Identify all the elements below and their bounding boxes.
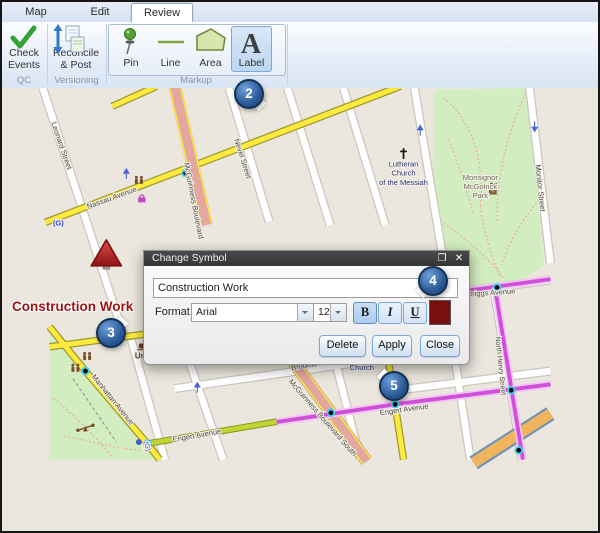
callout-2: 2 [234, 79, 264, 109]
pin-label: Pin [123, 58, 138, 70]
shop-basket-icon [138, 195, 146, 203]
construction-work-label[interactable]: Construction Work [12, 299, 152, 314]
delete-button[interactable]: Delete [319, 335, 366, 357]
callout-4: 4 [418, 266, 448, 296]
map-label: Leonard Street [49, 121, 74, 172]
reconcile-post-label: Reconcile & Post [50, 48, 102, 71]
underline-button[interactable]: U [403, 302, 427, 324]
font-family-value: Arial [196, 306, 217, 318]
maximize-icon[interactable]: ❐ [436, 251, 448, 266]
close-button[interactable]: Close [420, 335, 460, 357]
church-cross-icon [400, 148, 407, 159]
application-window: Map Edit Review Check Events Reconcile &… [0, 0, 600, 533]
callout-3: 3 [96, 318, 126, 348]
map-label: (G) [53, 219, 64, 228]
label-label: Label [239, 58, 265, 70]
tab-review[interactable]: Review [131, 3, 193, 23]
group-label-qc: QC [2, 75, 46, 87]
italic-button[interactable]: I [378, 302, 402, 324]
map-label: Park [473, 191, 489, 200]
reconcile-post-button[interactable]: Reconcile & Post [49, 24, 103, 74]
callout-number: 4 [418, 266, 448, 296]
markup-line-button[interactable]: Line [151, 26, 190, 72]
close-icon[interactable]: ✕ [453, 251, 465, 266]
map-label: McGolrick [464, 182, 498, 191]
group-divider [287, 24, 288, 84]
map-label: Church [391, 169, 415, 178]
markup-label-button[interactable]: Label [231, 26, 272, 72]
people-icon [83, 352, 91, 360]
map-label: Monsignor [463, 173, 499, 182]
bold-button[interactable]: B [353, 302, 377, 324]
format-label: Format: [155, 306, 193, 318]
ribbon: Check Events Reconcile & Post Pin Line A… [0, 22, 600, 89]
tab-edit[interactable]: Edit [82, 3, 118, 22]
label-text-input[interactable] [153, 278, 458, 298]
area-label: Area [199, 58, 221, 70]
map-label: Lutheran [389, 159, 419, 168]
apply-button[interactable]: Apply [372, 335, 412, 357]
subway-station-icon [136, 439, 142, 445]
callout-number: 2 [234, 79, 264, 109]
callout-5: 5 [379, 371, 409, 401]
font-size-select[interactable]: 12 [313, 303, 347, 322]
line-label: Line [161, 58, 181, 70]
check-events-button[interactable]: Check Events [3, 24, 45, 74]
tab-map[interactable]: Map [16, 3, 56, 22]
dialog-title-bar[interactable]: Change Symbol ❐ ✕ [144, 251, 469, 266]
group-divider [106, 24, 107, 84]
ribbon-tab-bar: Map Edit Review [0, 0, 600, 22]
callout-number: 5 [379, 371, 409, 401]
dropdown-arrow-icon[interactable] [330, 304, 346, 321]
font-size-value: 12 [318, 306, 330, 318]
markup-pin-button[interactable]: Pin [112, 26, 150, 72]
font-family-select[interactable]: Arial [191, 303, 314, 322]
dropdown-arrow-icon[interactable] [297, 304, 313, 321]
callout-number: 3 [96, 318, 126, 348]
group-label-versioning: Versioning [48, 75, 105, 87]
map-label: of the Messiah [379, 178, 428, 187]
dialog-title: Change Symbol [152, 252, 227, 264]
font-color-swatch[interactable] [429, 300, 451, 325]
check-events-label: Check Events [4, 48, 44, 71]
map-label: Nassau Avenue [86, 185, 138, 211]
oneway-arrow-icon [124, 169, 129, 179]
markup-area-button[interactable]: Area [191, 26, 230, 72]
